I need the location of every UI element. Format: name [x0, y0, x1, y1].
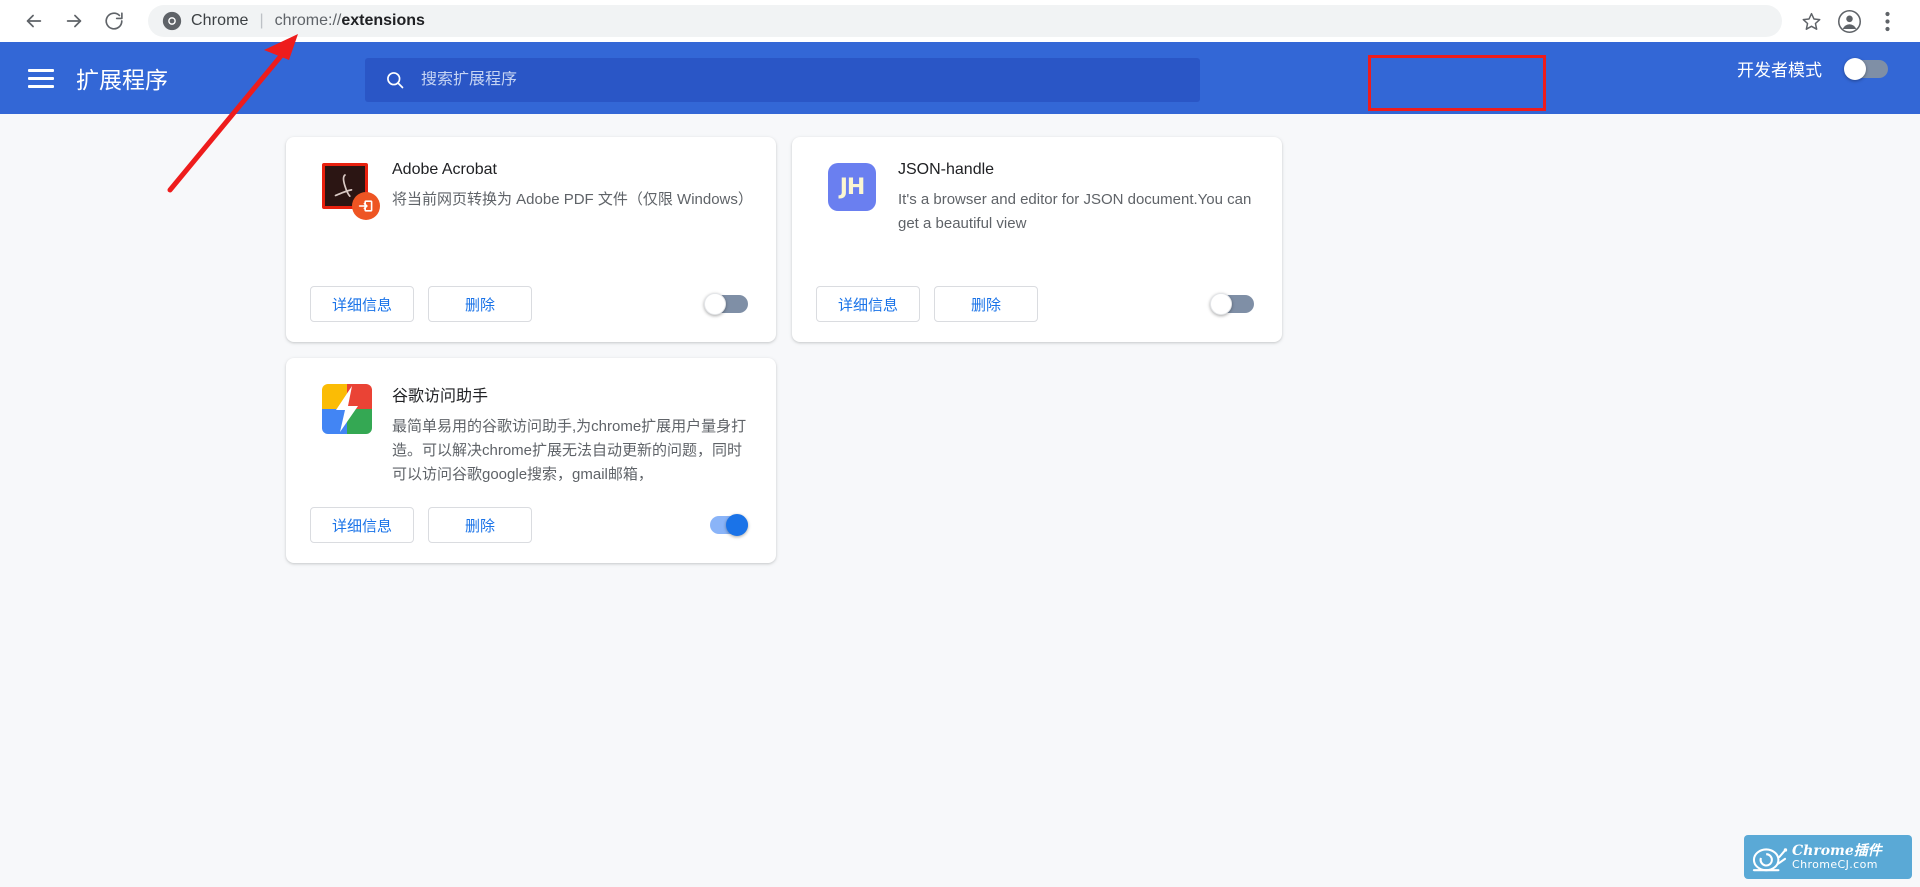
extension-card-header: 谷歌访问助手 最简单易用的谷歌访问助手,为chrome扩展用户量身打造。可以解决… [310, 380, 752, 487]
omnibox-origin-label: Chrome [191, 12, 249, 30]
extension-name: 谷歌访问助手 [392, 382, 752, 406]
chrome-logo-icon [162, 11, 182, 31]
omnibox-separator: | [260, 12, 264, 30]
google-access-helper-icon [322, 384, 370, 432]
page-title: 扩展程序 [76, 61, 168, 95]
omnibox-url-text: chrome://extensions [275, 12, 425, 30]
forward-arrow-icon[interactable] [54, 1, 94, 41]
extension-card-header: Adobe Acrobat 将当前网页转换为 Adobe PDF 文件（仅限 W… [310, 159, 752, 212]
extension-description: It's a browser and editor for JSON docum… [898, 188, 1258, 236]
extension-description: 将当前网页转换为 Adobe PDF 文件（仅限 Windows） [392, 188, 752, 212]
developer-mode-label: 开发者模式 [1737, 56, 1822, 81]
search-box[interactable] [365, 58, 1200, 102]
back-arrow-icon[interactable] [14, 1, 54, 41]
reload-icon[interactable] [94, 1, 134, 41]
extension-card[interactable]: Adobe Acrobat 将当前网页转换为 Adobe PDF 文件（仅限 W… [286, 137, 776, 342]
developer-mode-control[interactable]: 开发者模式 [1737, 56, 1888, 81]
snail-logo-icon [1750, 841, 1788, 873]
extension-card-header: JH JSON-handle It's a browser and editor… [816, 159, 1258, 236]
extensions-page-body: Adobe Acrobat 将当前网页转换为 Adobe PDF 文件（仅限 W… [0, 114, 1920, 887]
extensions-toolbar: 扩展程序 开发者模式 [0, 42, 1920, 114]
adobe-acrobat-icon [322, 163, 370, 211]
toggle-knob [1210, 293, 1232, 315]
star-icon[interactable] [1792, 2, 1830, 40]
acrobat-convert-badge-icon [352, 192, 380, 220]
remove-button[interactable]: 删除 [428, 507, 532, 543]
watermark-subtitle: ChromeCJ.com [1792, 859, 1882, 871]
extension-card[interactable]: JH JSON-handle It's a browser and editor… [792, 137, 1282, 342]
extension-card-text: Adobe Acrobat 将当前网页转换为 Adobe PDF 文件（仅限 W… [392, 159, 752, 212]
address-bar[interactable]: Chrome | chrome://extensions [148, 5, 1782, 37]
extension-card-text: JSON-handle It's a browser and editor fo… [898, 159, 1258, 236]
extension-enable-toggle[interactable] [704, 516, 748, 534]
toggle-knob [726, 514, 748, 536]
hamburger-menu-icon[interactable] [28, 64, 54, 93]
url-path: extensions [341, 12, 425, 29]
search-icon [385, 70, 405, 90]
url-scheme: chrome:// [275, 12, 342, 29]
details-button[interactable]: 详细信息 [816, 286, 920, 322]
account-avatar-icon[interactable] [1830, 2, 1868, 40]
three-dot-menu-icon[interactable] [1868, 2, 1906, 40]
watermark-title: Chrome插件 [1792, 844, 1882, 859]
search-input[interactable] [421, 71, 1180, 89]
extension-enable-toggle[interactable] [1210, 295, 1254, 313]
remove-button[interactable]: 删除 [934, 286, 1038, 322]
details-button[interactable]: 详细信息 [310, 286, 414, 322]
extension-card[interactable]: 谷歌访问助手 最简单易用的谷歌访问助手,为chrome扩展用户量身打造。可以解决… [286, 358, 776, 563]
extension-name: JSON-handle [898, 161, 1258, 179]
extension-card-actions: 详细信息 删除 [310, 507, 752, 543]
extension-description: 最简单易用的谷歌访问助手,为chrome扩展用户量身打造。可以解决chrome扩… [392, 415, 752, 487]
extension-card-text: 谷歌访问助手 最简单易用的谷歌访问助手,为chrome扩展用户量身打造。可以解决… [392, 380, 752, 487]
toggle-knob [1844, 58, 1866, 80]
remove-button[interactable]: 删除 [428, 286, 532, 322]
toggle-knob [704, 293, 726, 315]
extension-card-actions: 详细信息 删除 [816, 286, 1258, 322]
json-handle-icon-square: JH [828, 163, 876, 211]
developer-mode-toggle[interactable] [1844, 60, 1888, 78]
browser-chrome-bar: Chrome | chrome://extensions [0, 0, 1920, 42]
extension-name: Adobe Acrobat [392, 161, 752, 179]
extension-card-actions: 详细信息 删除 [310, 286, 752, 322]
watermark-text: Chrome插件 ChromeCJ.com [1792, 844, 1882, 870]
google-colors-icon-square [322, 384, 372, 434]
extension-enable-toggle[interactable] [704, 295, 748, 313]
details-button[interactable]: 详细信息 [310, 507, 414, 543]
json-handle-icon: JH [828, 163, 876, 211]
watermark-badge: Chrome插件 ChromeCJ.com [1744, 835, 1912, 879]
